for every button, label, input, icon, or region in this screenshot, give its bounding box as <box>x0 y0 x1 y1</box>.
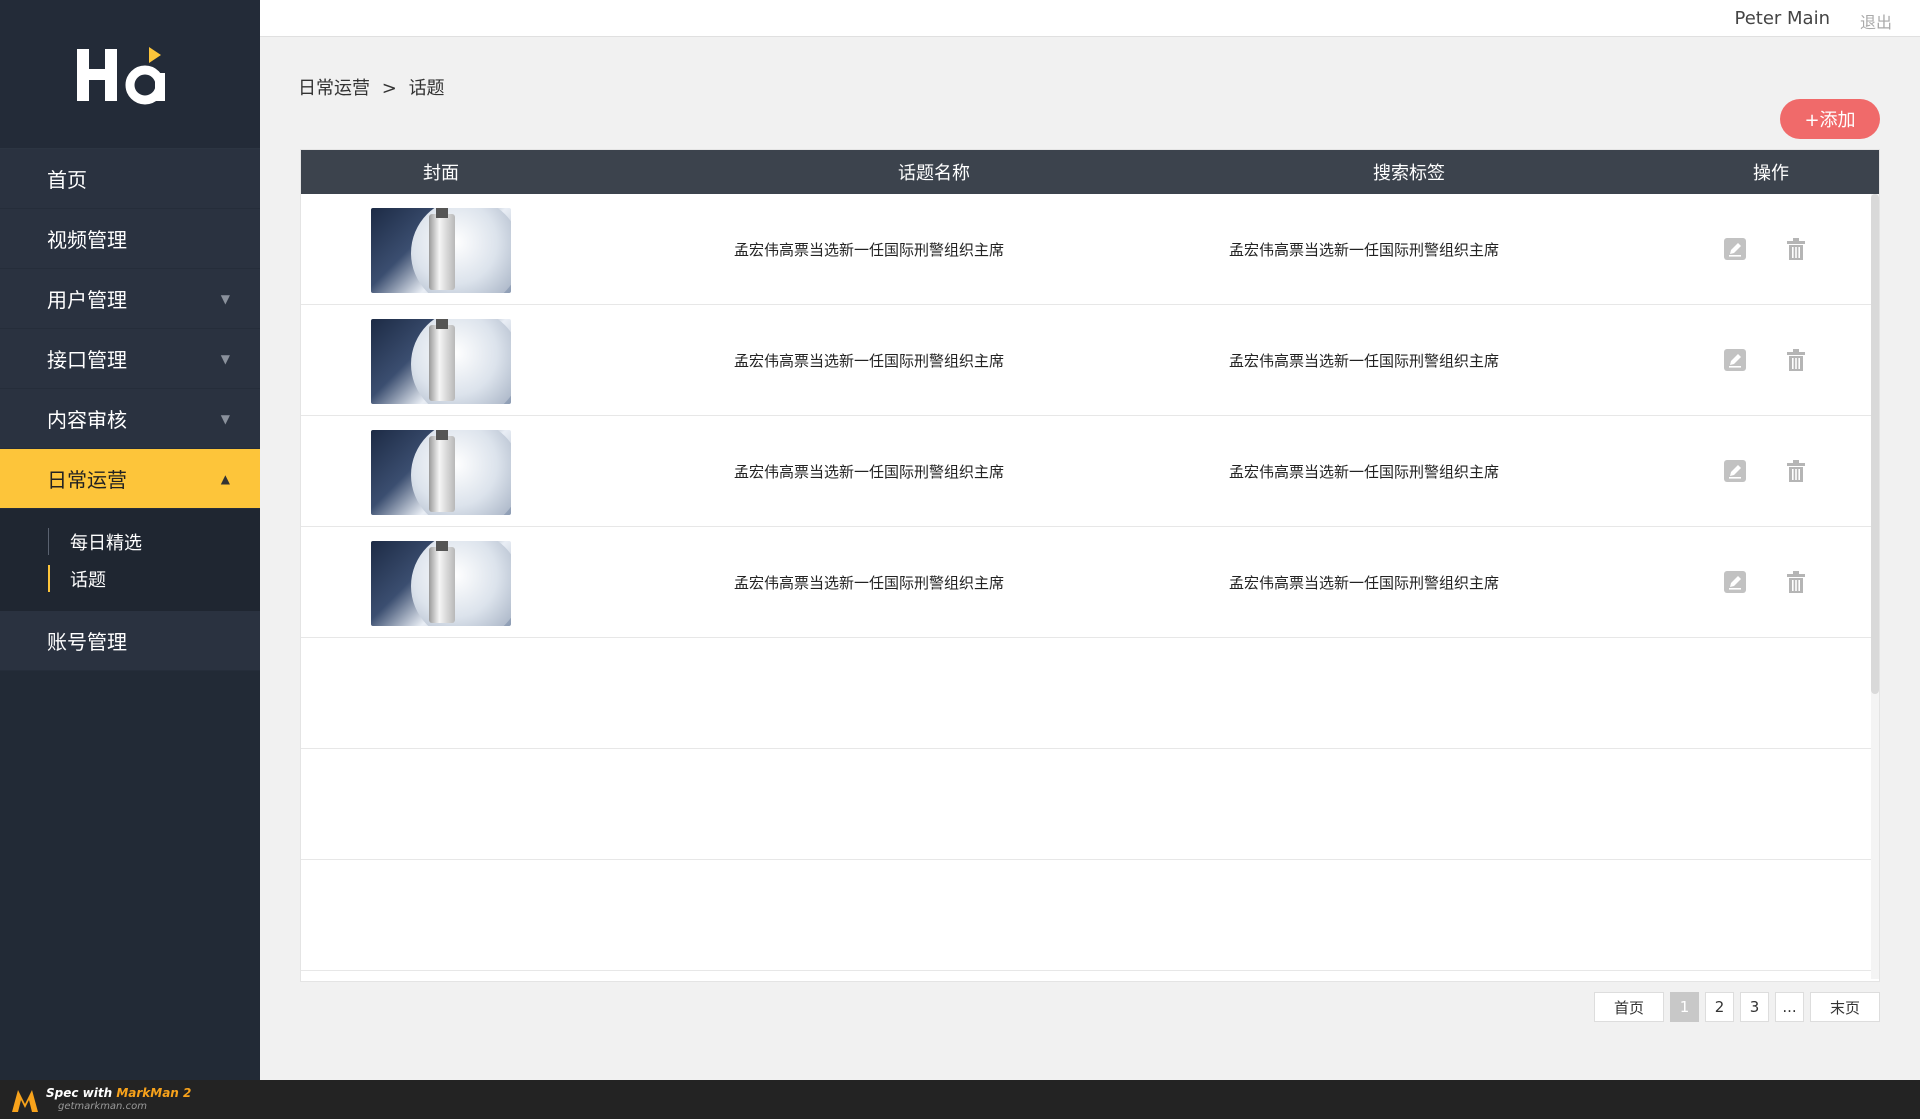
nav-item-accounts[interactable]: 账号管理 <box>0 611 260 671</box>
scroll-thumb[interactable] <box>1871 194 1879 694</box>
edit-icon[interactable] <box>1724 571 1746 593</box>
vertical-scrollbar[interactable] <box>1871 194 1879 979</box>
table-row-empty <box>301 638 1879 749</box>
column-header-name: 话题名称 <box>898 163 970 184</box>
topic-search-tag: 孟宏伟高票当选新一任国际刑警组织主席 <box>1229 351 1500 370</box>
markman-footer: Spec with MarkMan 2 getmarkman.com <box>0 1080 1920 1119</box>
trash-icon[interactable] <box>1785 349 1807 371</box>
table-row: 孟宏伟高票当选新一任国际刑警组织主席 孟宏伟高票当选新一任国际刑警组织主席 <box>301 527 1879 638</box>
breadcrumb-separator: > <box>381 78 397 99</box>
page-button-3[interactable]: 3 <box>1740 992 1769 1022</box>
nav-item-video[interactable]: 视频管理 <box>0 209 260 269</box>
cover-image <box>371 319 511 404</box>
username[interactable]: Peter Main <box>1734 8 1830 29</box>
app-logo[interactable] <box>0 0 260 149</box>
first-page-button[interactable]: 首页 <box>1594 992 1664 1022</box>
column-header-actions: 操作 <box>1753 163 1789 184</box>
topic-name: 孟宏伟高票当选新一任国际刑警组织主席 <box>734 462 1005 481</box>
trash-icon[interactable] <box>1785 460 1807 482</box>
trash-icon[interactable] <box>1785 571 1807 593</box>
topic-name: 孟宏伟高票当选新一任国际刑警组织主席 <box>734 351 1005 370</box>
nav-item-label: 日常运营 <box>47 468 127 492</box>
topic-name: 孟宏伟高票当选新一任国际刑警组织主席 <box>734 573 1005 592</box>
edit-icon[interactable] <box>1724 460 1746 482</box>
submenu-operations: 每日精选 话题 <box>0 509 260 611</box>
column-header-cover: 封面 <box>423 163 459 184</box>
submenu-item-label: 话题 <box>70 569 106 591</box>
page-button-2[interactable]: 2 <box>1705 992 1734 1022</box>
logout-link[interactable]: 退出 <box>1860 9 1892 33</box>
nav-item-operations[interactable]: 日常运营 ▲ <box>0 449 260 509</box>
submenu-item-topics[interactable]: 话题 <box>0 560 260 597</box>
nav-item-label: 接口管理 <box>47 348 127 372</box>
chevron-down-icon: ▼ <box>220 351 230 366</box>
spec-text: Spec with <box>46 1086 113 1100</box>
add-button[interactable]: +添加 <box>1780 99 1880 139</box>
breadcrumb-current: 话题 <box>408 78 445 99</box>
table-row: 孟宏伟高票当选新一任国际刑警组织主席 孟宏伟高票当选新一任国际刑警组织主席 <box>301 416 1879 527</box>
nav-item-label: 内容审核 <box>47 408 127 432</box>
markman-text: Spec with MarkMan 2 <box>46 1086 191 1100</box>
nav-item-label: 用户管理 <box>47 288 127 312</box>
top-bar: Peter Main 退出 <box>260 0 1920 37</box>
page-button-1[interactable]: 1 <box>1670 992 1699 1022</box>
table-row: 孟宏伟高票当选新一任国际刑警组织主席 孟宏伟高票当选新一任国际刑警组织主席 <box>301 305 1879 416</box>
nav-item-label: 首页 <box>47 168 87 192</box>
nav-item-label: 账号管理 <box>47 630 127 654</box>
trash-icon[interactable] <box>1785 238 1807 260</box>
cover-image <box>371 541 511 626</box>
page-ellipsis: ... <box>1775 992 1804 1022</box>
edit-icon[interactable] <box>1724 238 1746 260</box>
pagination: 首页 1 2 3 ... 末页 <box>1594 992 1880 1022</box>
table-row-empty <box>301 749 1879 860</box>
sidebar: 首页 视频管理 用户管理 ▼ 接口管理 ▼ 内容审核 ▼ 日常运营 ▲ 每日精选… <box>0 0 260 1080</box>
last-page-button[interactable]: 末页 <box>1810 992 1880 1022</box>
topics-table: 封面 话题名称 搜索标签 操作 孟宏伟高票当选新一任国际刑警组织主席 孟宏伟高票… <box>300 149 1880 982</box>
cover-image <box>371 430 511 515</box>
nav-item-users[interactable]: 用户管理 ▼ <box>0 269 260 329</box>
chevron-down-icon: ▼ <box>220 411 230 426</box>
table-row: 孟宏伟高票当选新一任国际刑警组织主席 孟宏伟高票当选新一任国际刑警组织主席 <box>301 194 1879 305</box>
cover-image <box>371 208 511 293</box>
markman-brand: MarkMan 2 <box>116 1086 192 1100</box>
markman-url: getmarkman.com <box>58 1101 147 1112</box>
nav-item-home[interactable]: 首页 <box>0 149 260 209</box>
topic-name: 孟宏伟高票当选新一任国际刑警组织主席 <box>734 240 1005 259</box>
chevron-down-icon: ▼ <box>220 291 230 306</box>
nav-item-label: 视频管理 <box>47 228 127 252</box>
markman-logo-icon <box>12 1090 38 1112</box>
breadcrumb-parent[interactable]: 日常运营 <box>298 78 370 99</box>
column-header-tag: 搜索标签 <box>1373 163 1445 184</box>
topic-search-tag: 孟宏伟高票当选新一任国际刑警组织主席 <box>1229 462 1500 481</box>
submenu-item-label: 每日精选 <box>70 532 142 554</box>
table-row-empty <box>301 860 1879 971</box>
nav-item-review[interactable]: 内容审核 ▼ <box>0 389 260 449</box>
edit-icon[interactable] <box>1724 349 1746 371</box>
breadcrumb: 日常运营 > 话题 <box>298 74 451 100</box>
topic-search-tag: 孟宏伟高票当选新一任国际刑警组织主席 <box>1229 573 1500 592</box>
logo-icon <box>77 47 165 105</box>
table-header: 封面 话题名称 搜索标签 操作 <box>301 150 1879 194</box>
topic-search-tag: 孟宏伟高票当选新一任国际刑警组织主席 <box>1229 240 1500 259</box>
submenu-item-daily-picks[interactable]: 每日精选 <box>0 523 260 560</box>
chevron-up-icon: ▲ <box>220 471 230 486</box>
nav-item-api[interactable]: 接口管理 ▼ <box>0 329 260 389</box>
